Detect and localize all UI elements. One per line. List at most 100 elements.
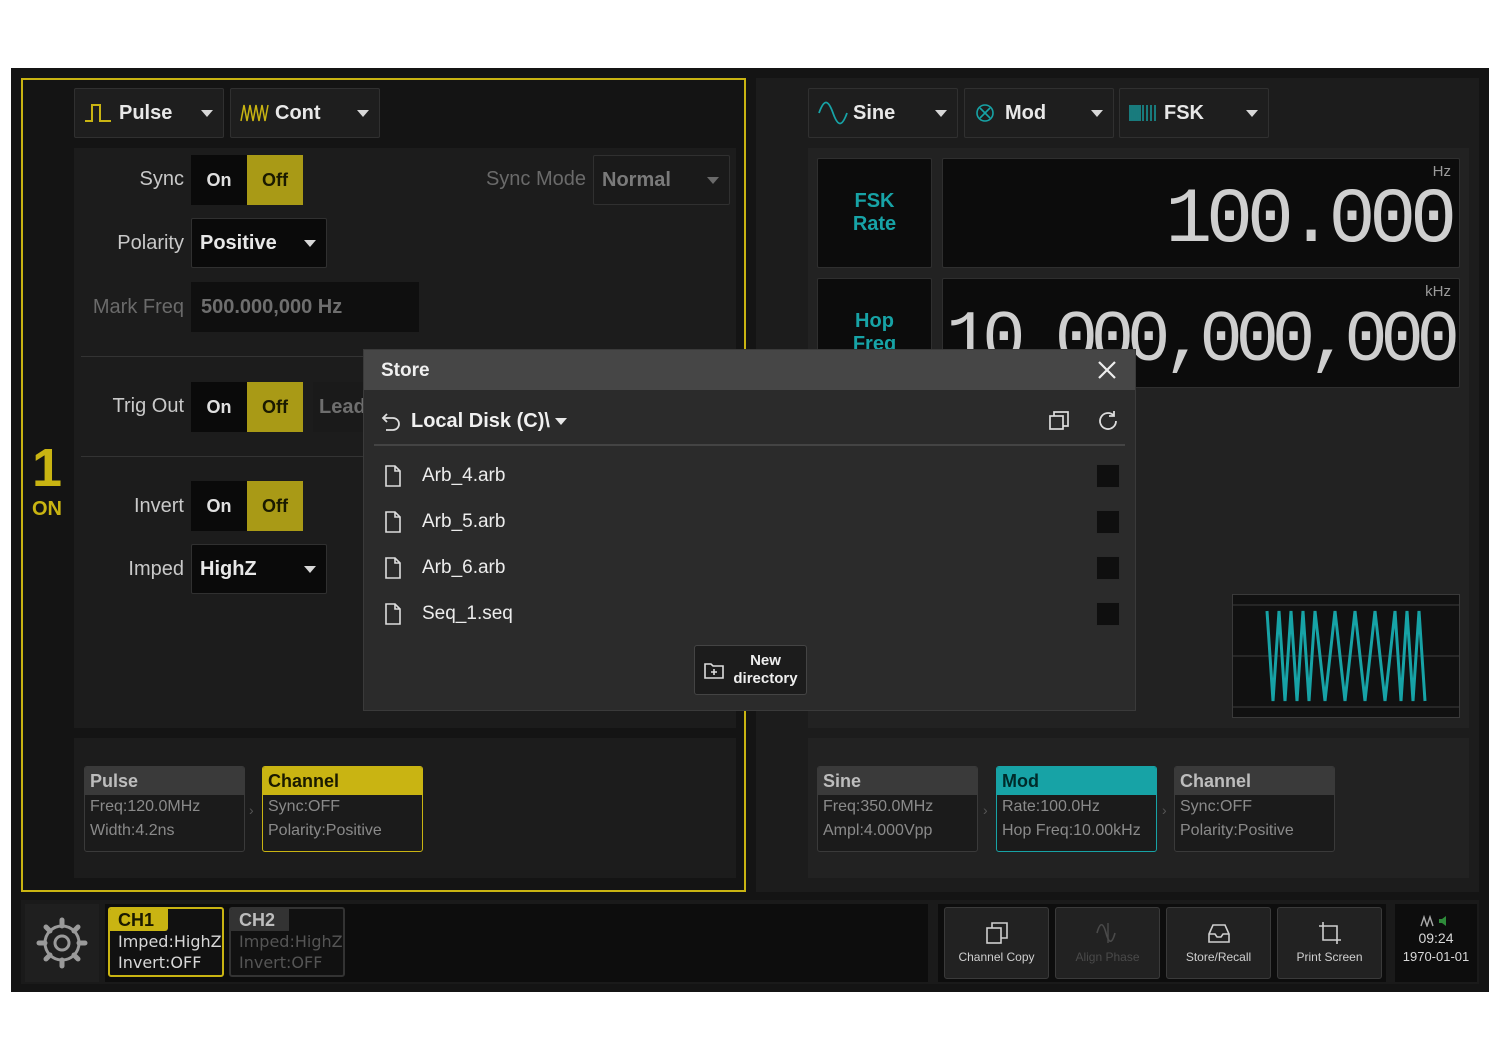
fsk-rate-label-line1: FSK — [854, 190, 895, 212]
dialog-header: Store — [364, 350, 1135, 390]
sync-off-toggle[interactable]: Off — [247, 155, 303, 205]
file-checkbox[interactable] — [1096, 464, 1120, 488]
ch1-mode-dropdown[interactable]: Cont — [230, 88, 380, 138]
file-icon — [385, 557, 401, 579]
mark-freq-label: Mark Freq — [92, 296, 184, 318]
ch2-card-mod[interactable]: Mod Rate:100.0Hz Hop Freq:10.00kHz — [996, 766, 1157, 852]
network-icon — [1420, 914, 1434, 929]
speaker-icon — [1439, 916, 1447, 926]
ch2-mode-dropdown[interactable]: Mod — [964, 88, 1114, 138]
chevron-right-icon: › — [983, 802, 988, 818]
hop-freq-label-line1: Hop — [855, 310, 894, 332]
ch2-waveform-label: Sine — [853, 101, 896, 124]
trig-out-off-toggle[interactable]: Off — [247, 382, 303, 432]
settings-button[interactable] — [25, 904, 99, 982]
chevron-right-icon: › — [249, 802, 254, 818]
invert-label: Invert — [133, 495, 184, 517]
list-item[interactable]: Arb_6.arb — [382, 548, 1120, 588]
trig-lead-value: Lead — [319, 396, 366, 418]
invert-off-toggle[interactable]: Off — [247, 481, 303, 531]
ch2-card-channel[interactable]: Channel Sync:OFF Polarity:Positive — [1174, 766, 1335, 852]
fsk-waveform-graphic — [1233, 604, 1459, 708]
chevron-down-icon — [935, 110, 947, 117]
inbox-icon — [1207, 924, 1230, 943]
path-label: Local Disk (C)\ — [411, 409, 550, 432]
file-checkbox[interactable] — [1096, 556, 1120, 580]
fsk-rate-value-box[interactable]: Hz 100.000 — [942, 158, 1460, 268]
ch1-card-pulse[interactable]: Pulse Freq:120.0MHz Width:4.2ns — [84, 766, 245, 852]
new-directory-line1: New — [750, 652, 781, 669]
imped-dropdown[interactable]: HighZ — [191, 544, 327, 594]
card-title: Pulse — [85, 767, 244, 795]
mod-icon — [976, 104, 994, 122]
fsk-rate-button[interactable]: FSK Rate — [817, 158, 932, 268]
print-screen-button[interactable]: Print Screen — [1277, 907, 1382, 979]
polarity-dropdown[interactable]: Positive — [191, 218, 327, 268]
channel-copy-button[interactable]: Channel Copy — [944, 907, 1049, 979]
chevron-down-icon — [1091, 110, 1103, 117]
file-checkbox[interactable] — [1096, 602, 1120, 626]
pulse-wave-icon — [85, 104, 111, 122]
list-item[interactable]: Arb_5.arb — [382, 502, 1120, 542]
card-title: Sine — [818, 767, 977, 795]
polarity-value: Positive — [200, 231, 277, 254]
chevron-down-icon — [357, 110, 369, 117]
ch1-waveform-dropdown[interactable]: Pulse — [74, 88, 224, 138]
store-recall-button[interactable]: Store/Recall — [1166, 907, 1271, 979]
mark-freq-value: 500.000,000 Hz — [201, 296, 343, 318]
card-line: Sync:OFF — [1180, 798, 1253, 815]
file-icon — [385, 603, 401, 625]
fsk-rate-value: 100.000 — [1165, 177, 1457, 265]
ch2-mode-label: Mod — [1005, 101, 1047, 124]
mark-freq-field[interactable]: 500.000,000 Hz — [191, 282, 419, 332]
ch2-status-tab[interactable]: CH2 Imped:HighZ Invert:OFF — [229, 907, 345, 977]
align-phase-icon — [1095, 923, 1116, 943]
trig-out-label: Trig Out — [112, 395, 185, 417]
chevron-down-icon — [304, 566, 316, 573]
trig-out-on-toggle[interactable]: On — [191, 382, 247, 432]
card-title: Mod — [997, 767, 1156, 795]
close-icon — [1098, 361, 1116, 379]
new-directory-line2: directory — [733, 670, 798, 687]
sync-on-toggle[interactable]: On — [191, 155, 247, 205]
new-directory-label: New directory — [733, 652, 797, 688]
sine-wave-icon — [818, 101, 848, 125]
sync-mode-dropdown[interactable]: Normal — [593, 155, 730, 205]
file-checkbox[interactable] — [1096, 510, 1120, 534]
list-item[interactable]: Seq_1.seq — [382, 594, 1120, 634]
ch2-modtype-dropdown[interactable]: FSK — [1119, 88, 1269, 138]
ch1-status-label: CH1 — [110, 909, 168, 931]
status-icons — [1395, 914, 1477, 929]
invert-on-toggle[interactable]: On — [191, 481, 247, 531]
card-line: Freq:350.0MHz — [823, 798, 934, 815]
ch2-waveform-dropdown[interactable]: Sine — [808, 88, 958, 138]
path-dropdown[interactable]: Local Disk (C)\ — [411, 408, 567, 434]
store-dialog: Store Local Disk (C)\ Arb_4.arb Arb_5.ar… — [364, 350, 1135, 710]
chevron-right-icon: › — [1162, 802, 1167, 818]
refresh-button[interactable] — [1096, 409, 1120, 433]
new-directory-button[interactable]: New directory — [694, 645, 807, 695]
crop-icon — [1318, 922, 1341, 944]
back-button[interactable] — [380, 410, 402, 432]
ch2-status-imped: Imped:HighZ — [239, 932, 343, 951]
ch1-card-channel[interactable]: Channel Sync:OFF Polarity:Positive — [262, 766, 423, 852]
copy-icon — [985, 922, 1008, 944]
imped-label: Imped — [128, 558, 184, 580]
ch2-card-sine[interactable]: Sine Freq:350.0MHz Ampl:4.000Vpp — [817, 766, 978, 852]
close-button[interactable] — [1094, 357, 1120, 383]
dialog-title: Store — [381, 360, 430, 381]
sync-label: Sync — [139, 168, 184, 190]
card-line: Polarity:Positive — [268, 822, 382, 839]
card-line: Freq:120.0MHz — [90, 798, 201, 815]
ch1-status-tab[interactable]: CH1 Imped:HighZ Invert:OFF — [108, 907, 224, 977]
file-name: Arb_4.arb — [422, 465, 506, 486]
list-item[interactable]: Arb_4.arb — [382, 456, 1120, 496]
file-icon — [385, 511, 401, 533]
copy-button[interactable] — [1047, 409, 1071, 433]
print-screen-label: Print Screen — [1296, 950, 1363, 964]
ch1-badge[interactable]: 1 ON — [25, 438, 69, 548]
card-line: Rate:100.0Hz — [1002, 798, 1100, 815]
fsk-waveform-preview — [1232, 594, 1460, 718]
align-phase-button[interactable]: Align Phase — [1055, 907, 1160, 979]
file-name: Arb_6.arb — [422, 557, 506, 578]
